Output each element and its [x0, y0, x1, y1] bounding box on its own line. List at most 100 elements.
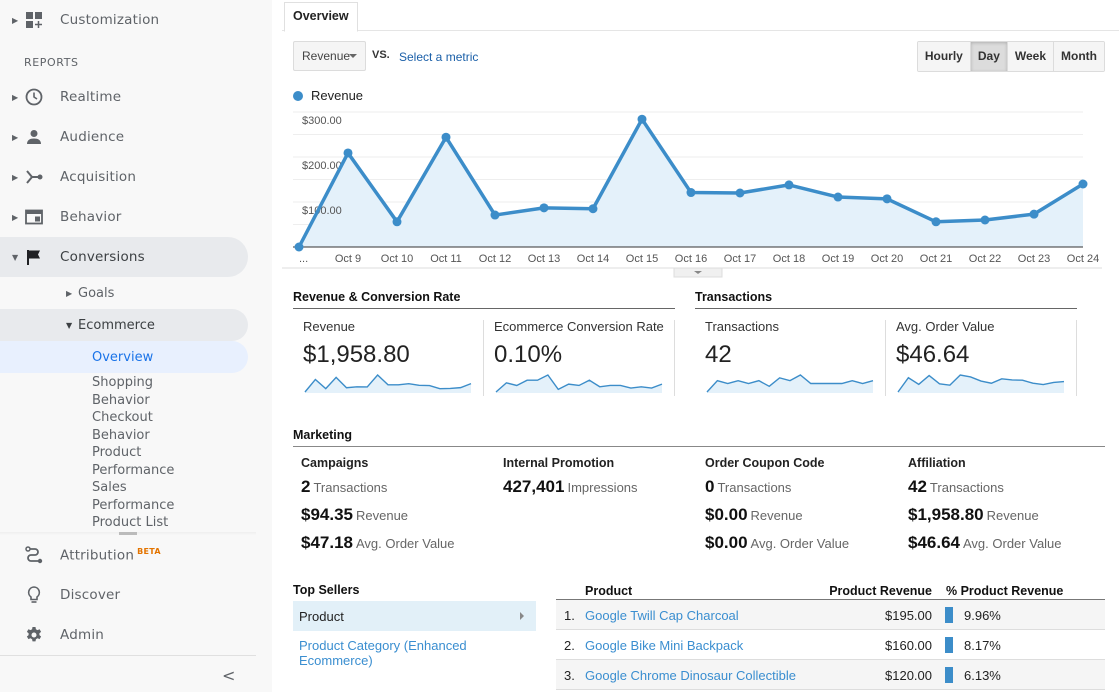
product-revenue-percent: 9.96% [964, 608, 1001, 623]
caret-right-icon: ▶ [66, 288, 73, 298]
marketing-label: Avg. Order Value [356, 536, 455, 551]
y-tick-label: $200.00 [302, 160, 342, 172]
data-point [833, 192, 843, 202]
sidebar-item-attribution[interactable]: Attribution BETA [0, 535, 248, 575]
sidebar-item-label: Behavior [92, 392, 150, 408]
sparkline [897, 374, 1065, 393]
sidebar-item-label: Overview [92, 349, 154, 365]
marketing-label: Transactions [717, 480, 792, 495]
marketing-group-title: Campaigns [301, 456, 369, 470]
data-point [686, 188, 696, 198]
x-tick-label: Oct 13 [528, 253, 560, 265]
sidebar-item-admin[interactable]: Admin [0, 615, 248, 655]
select-metric-link[interactable]: Select a metric [399, 50, 478, 64]
column-header-product-revenue[interactable]: Product Revenue [829, 584, 932, 598]
sidebar-item-goals[interactable]: ▶ Goals [0, 277, 248, 309]
product-revenue-percent: 8.17% [964, 638, 1001, 653]
metric-card-label: Transactions [705, 319, 779, 334]
collapse-sidebar-button[interactable]: < [222, 666, 235, 685]
metric-card-avg-order-value[interactable]: Avg. Order Value $46.64 [896, 319, 1076, 393]
granularity-day-button[interactable]: Day [969, 42, 1007, 71]
data-point [980, 215, 990, 225]
metric-select-value: Revenue [302, 49, 351, 63]
sidebar-item-label: Shopping [92, 375, 154, 390]
x-tick-label: Oct 23 [1018, 253, 1050, 265]
metric-card-revenue[interactable]: Revenue $1,958.80 [303, 319, 483, 393]
top-sellers-product[interactable]: Product [293, 601, 536, 631]
card-divider [674, 320, 675, 396]
caret-right-icon: ▶ [12, 172, 19, 182]
marketing-row: $0.00 Avg. Order Value [705, 533, 849, 561]
sidebar-item-label: Performance [92, 462, 175, 478]
column-header-product[interactable]: Product [585, 584, 632, 598]
metric-card-value: 42 [705, 341, 732, 368]
caret-right-icon: ▶ [12, 15, 19, 25]
sidebar-item-behavior[interactable]: ▶ Behavior [0, 197, 248, 237]
sidebar-item-overview[interactable]: Overview [0, 341, 248, 373]
metric-card-label: Avg. Order Value [896, 319, 995, 334]
sparkline [304, 373, 472, 393]
column-header-pct-product-revenue[interactable]: % Product Revenue [946, 584, 1063, 598]
x-tick-label: Oct 18 [773, 253, 805, 265]
percent-bar [945, 637, 953, 653]
metric-card-transactions[interactable]: Transactions 42 [705, 319, 885, 393]
vs-label: VS. [372, 49, 390, 61]
product-table: Product Product Revenue % Product Revenu… [556, 580, 1105, 690]
product-link[interactable]: Google Twill Cap Charcoal [585, 608, 739, 623]
sparkline-area [707, 375, 873, 393]
metric-card-value: 0.10% [494, 341, 563, 368]
metric-select[interactable]: Revenue [293, 41, 366, 71]
granularity-week-button[interactable]: Week [1006, 42, 1054, 71]
sidebar-item-label: Customization [60, 12, 160, 28]
sidebar-item-shopping-behavior[interactable]: Shopping Behavior [92, 374, 153, 409]
sidebar-item-sales-performance[interactable]: Sales Performance [92, 479, 174, 514]
section-marketing-title: Marketing [293, 428, 1105, 447]
table-row: 1. Google Twill Cap Charcoal $195.00 9.9… [556, 600, 1105, 630]
x-tick-label: Oct 9 [335, 253, 361, 265]
marketing-row: 42 Transactions [908, 477, 1062, 505]
metric-card-label: Revenue [303, 319, 356, 334]
main-content: Overview Revenue VS. Select a metric Hou… [272, 0, 1119, 692]
sidebar-item-acquisition[interactable]: ▶ Acquisition [0, 157, 248, 197]
metric-card-conversion-rate[interactable]: Ecommerce Conversion Rate 0.10% [494, 319, 674, 393]
data-point [784, 180, 794, 190]
sidebar-item-audience[interactable]: ▶ Audience [0, 117, 248, 157]
granularity-hourly-button[interactable]: Hourly [917, 42, 970, 71]
sidebar-item-checkout-behavior[interactable]: Checkout Behavior [92, 409, 153, 444]
sidebar-item-ecommerce[interactable]: ▼ Ecommerce [0, 309, 248, 341]
sidebar-item-customization[interactable]: ▶ Customization [0, 0, 248, 40]
sidebar-item-realtime[interactable]: ▶ Realtime [0, 77, 248, 117]
sidebar-item-discover[interactable]: Discover [0, 575, 248, 615]
attribution-icon [24, 545, 44, 565]
sidebar-item-conversions[interactable]: ▼ Conversions [0, 237, 248, 277]
sidebar-item-product-list[interactable]: Product List [92, 514, 168, 532]
row-number: 3. [564, 668, 575, 683]
product-revenue: $160.00 [885, 638, 932, 653]
product-link[interactable]: Google Chrome Dinosaur Collectible [585, 668, 796, 683]
attribution-label: Attribution [60, 547, 135, 564]
sidebar-item-label: Sales [92, 480, 127, 495]
divider [0, 655, 256, 656]
top-sellers-product-category-link[interactable]: Product Category (Enhanced Ecommerce) [299, 638, 499, 668]
sidebar-item-label: Behavior [60, 209, 122, 225]
sidebar-item-product-performance[interactable]: Product Performance [92, 444, 174, 479]
reports-header: REPORTS [24, 56, 79, 69]
behavior-icon [24, 207, 44, 227]
data-point [588, 204, 598, 214]
metric-card-label: Ecommerce Conversion Rate [494, 319, 664, 334]
data-point [294, 242, 304, 252]
product-link[interactable]: Google Bike Mini Backpack [585, 638, 743, 653]
granularity-toggle: Hourly Day Week Month [916, 41, 1105, 72]
x-tick-label: Oct 10 [381, 253, 413, 265]
tab-overview[interactable]: Overview [284, 2, 358, 32]
sidebar-item-label: Product [92, 445, 142, 460]
acquisition-icon [24, 167, 44, 187]
marketing-row: $47.18 Avg. Order Value [301, 533, 455, 561]
marketing-group-internal-promotion: Internal Promotion 427,401 Impressions [503, 456, 638, 505]
sidebar-item-label: Discover [60, 587, 121, 603]
data-point [343, 148, 353, 158]
caret-right-icon: ▶ [12, 92, 19, 102]
granularity-month-button[interactable]: Month [1053, 42, 1104, 71]
sidebar-item-label: Product List [92, 515, 169, 530]
marketing-label: Avg. Order Value [963, 536, 1062, 551]
